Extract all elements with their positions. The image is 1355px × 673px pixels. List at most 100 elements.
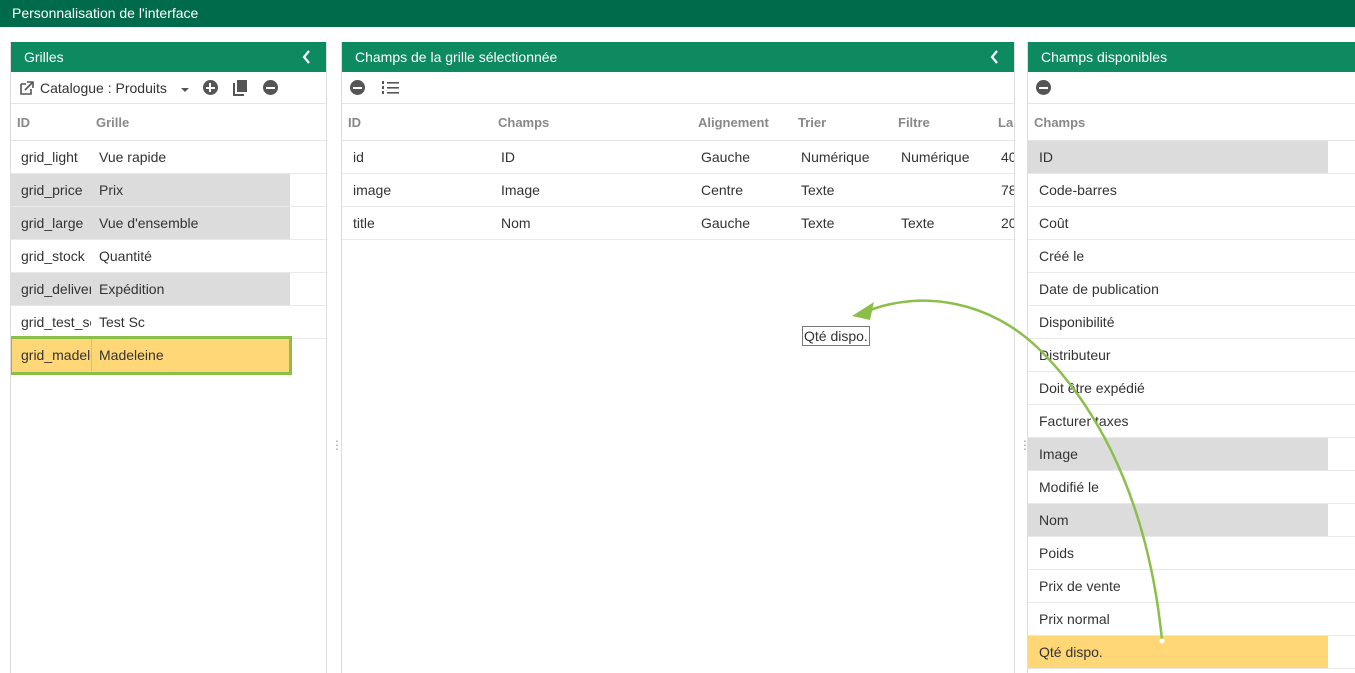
grid-row[interactable]: grid_large Vue d'ensemble	[11, 207, 326, 240]
selected-fields-column-header: ID Champs Alignement Trier Filtre Lar	[342, 104, 1014, 141]
grid-id: grid_test_sc	[21, 314, 91, 330]
grids-panel-title: Grilles	[24, 49, 64, 65]
grid-name: Vue rapide	[99, 149, 167, 165]
available-field-row[interactable]: Code-barres	[1028, 174, 1355, 207]
grid-name: Test Sc	[99, 314, 145, 330]
field-trier: Texte	[801, 182, 835, 198]
col-filtre[interactable]: Filtre	[898, 104, 930, 142]
field-id: image	[353, 182, 392, 198]
caret-down-icon	[180, 80, 189, 96]
grid-id: grid_price	[21, 182, 83, 198]
field-id: title	[353, 215, 375, 231]
grid-row[interactable]: grid_price Prix	[11, 174, 326, 207]
field-align: Centre	[701, 182, 744, 198]
grid-row[interactable]: grid_light Vue rapide	[11, 141, 326, 174]
col-alignement[interactable]: Alignement	[698, 104, 769, 142]
col-id[interactable]: ID	[17, 104, 30, 142]
grids-list: grid_light Vue rapide grid_price Prix gr…	[11, 141, 326, 375]
selected-fields-toolbar	[342, 72, 1014, 104]
selected-fields-header: Champs de la grille sélectionnée	[342, 42, 1014, 72]
grid-row-selected[interactable]: grid_madeleine Madeleine	[11, 336, 326, 375]
selected-fields-title: Champs de la grille sélectionnée	[355, 49, 558, 65]
col-largeur[interactable]: Lar	[998, 104, 1014, 142]
field-largeur: 20	[1001, 215, 1014, 231]
available-field-row[interactable]: Modifié le	[1028, 471, 1355, 504]
grid-id: grid_large	[21, 215, 84, 231]
field-filtre: Numérique	[901, 149, 970, 165]
table-row[interactable]: title Nom Gauche Texte Texte 20	[342, 207, 1014, 240]
splitter-handle-right[interactable]: ⋮	[1019, 439, 1031, 451]
splitter-handle-left[interactable]: ⋮	[331, 439, 343, 451]
available-fields-header: Champs disponibles	[1028, 42, 1355, 72]
grid-row[interactable]: grid_test_sc Test Sc	[11, 306, 326, 339]
chevron-left-icon[interactable]	[298, 42, 316, 72]
field-align: Gauche	[701, 149, 751, 165]
available-field-row[interactable]: Qté dispo.	[1028, 636, 1355, 669]
selected-fields-table: id ID Gauche Numérique Numérique 40 imag…	[342, 141, 1014, 240]
field-champ: Nom	[501, 215, 531, 231]
available-field-row[interactable]: Prix normal	[1028, 603, 1355, 636]
remove-grid-icon[interactable]	[262, 80, 278, 95]
table-row[interactable]: image Image Centre Texte 78	[342, 174, 1014, 207]
col-grille[interactable]: Grille	[96, 104, 129, 142]
remove-available-field-icon[interactable]	[1036, 80, 1051, 95]
add-grid-icon[interactable]	[202, 80, 218, 95]
field-champ: ID	[501, 149, 515, 165]
available-field-row[interactable]: Coût	[1028, 207, 1355, 240]
col-trier[interactable]: Trier	[798, 104, 826, 142]
available-fields-title: Champs disponibles	[1041, 49, 1168, 65]
field-filtre: Texte	[901, 215, 935, 231]
available-field-row[interactable]: Poids	[1028, 537, 1355, 570]
available-field-row[interactable]: Image	[1028, 438, 1355, 471]
field-id: id	[353, 149, 364, 165]
catalog-select[interactable]: Catalogue : Produits	[40, 80, 189, 96]
available-field-label: Disponibilité	[1039, 314, 1115, 330]
grid-id: grid_light	[21, 149, 78, 165]
available-fields-panel: Champs disponibles Champs ID Code-barres C…	[1027, 42, 1355, 673]
grid-row[interactable]: grid_delivery Expédition	[11, 273, 326, 306]
available-field-row[interactable]: Facturer taxes	[1028, 405, 1355, 438]
col-id[interactable]: ID	[348, 104, 361, 142]
col-champs[interactable]: Champs	[498, 104, 549, 142]
available-field-row[interactable]: Disponibilité	[1028, 306, 1355, 339]
remove-field-icon[interactable]	[350, 80, 365, 95]
available-field-label: Créé le	[1039, 248, 1085, 264]
available-fields-column-header: Champs	[1028, 104, 1355, 141]
catalog-select-value: Catalogue : Produits	[40, 79, 167, 96]
available-field-label: Nom	[1039, 512, 1069, 528]
available-field-label: Facturer taxes	[1039, 413, 1129, 429]
available-field-label: Image	[1039, 446, 1078, 462]
available-field-label: Prix de vente	[1039, 578, 1121, 594]
available-field-row[interactable]: Prix de vente	[1028, 570, 1355, 603]
field-trier: Texte	[801, 215, 835, 231]
grid-id: grid_madeleine	[21, 347, 91, 363]
available-field-row[interactable]: Nom	[1028, 504, 1355, 537]
id-cell-divider	[91, 339, 92, 371]
available-field-row[interactable]: ID	[1028, 141, 1355, 174]
available-field-row[interactable]: Date de publication	[1028, 273, 1355, 306]
available-fields-list: ID Code-barres Coût Créé le Date de publicat…	[1028, 141, 1355, 669]
available-field-row[interactable]: Doit être expédié	[1028, 372, 1355, 405]
window-title-bar: Personnalisation de l'interface	[0, 0, 1355, 27]
available-field-label: Prix normal	[1039, 611, 1110, 627]
grids-panel: Grilles Catalogue : Produits ID Grille g…	[10, 42, 327, 673]
available-field-label: Doit être expédié	[1039, 380, 1145, 396]
available-field-label: Distributeur	[1039, 347, 1111, 363]
available-field-row[interactable]: Créé le	[1028, 240, 1355, 273]
ordered-list-icon[interactable]	[382, 80, 399, 95]
available-field-label: Qté dispo.	[1039, 644, 1103, 660]
chevron-left-icon[interactable]	[986, 42, 1004, 72]
col-champs[interactable]: Champs	[1034, 104, 1085, 142]
available-field-label: Modifié le	[1039, 479, 1099, 495]
grid-name: Vue d'ensemble	[99, 215, 199, 231]
copy-grid-icon[interactable]	[232, 80, 248, 96]
grid-row[interactable]: grid_stock Quantité	[11, 240, 326, 273]
available-fields-toolbar	[1028, 72, 1355, 104]
available-field-label: Code-barres	[1039, 182, 1117, 198]
table-row[interactable]: id ID Gauche Numérique Numérique 40	[342, 141, 1014, 174]
external-link-icon[interactable]	[19, 80, 34, 95]
grid-name: Quantité	[99, 248, 152, 264]
available-field-row[interactable]: Distributeur	[1028, 339, 1355, 372]
grid-id: grid_delivery	[21, 281, 91, 297]
grid-name: Madeleine	[99, 347, 164, 363]
